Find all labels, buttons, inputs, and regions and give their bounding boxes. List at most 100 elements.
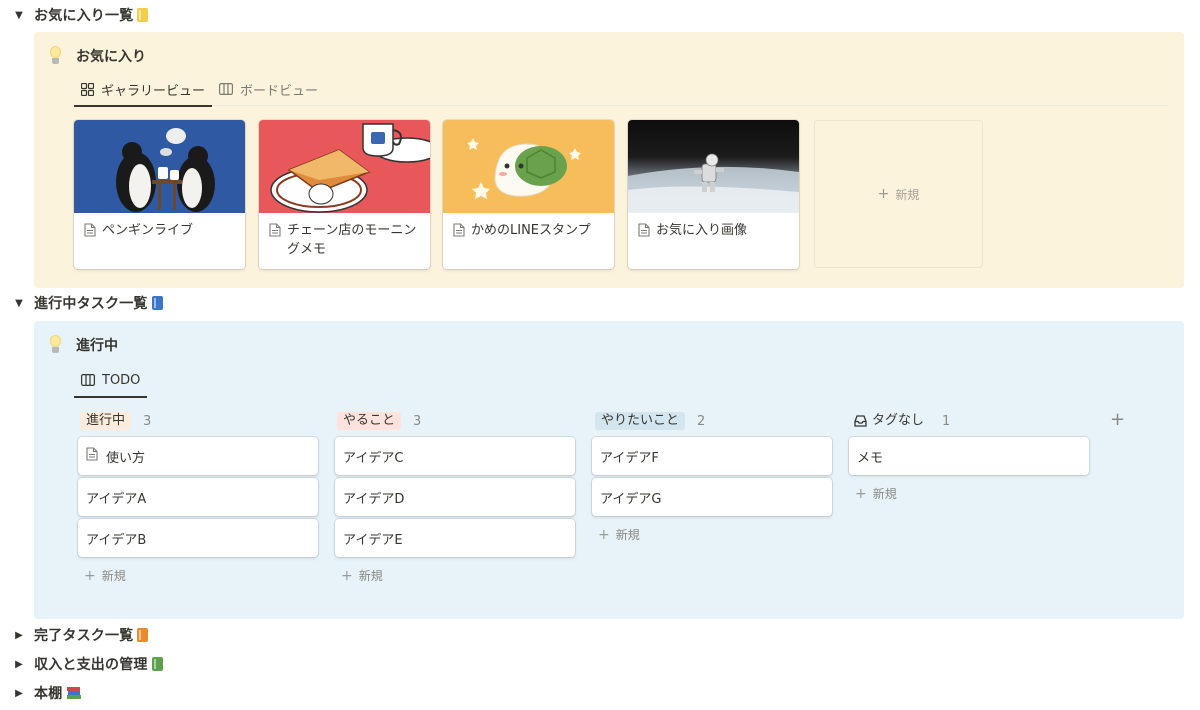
status-tag: やりたいこと bbox=[595, 412, 686, 430]
books-icon bbox=[66, 686, 82, 700]
inbox-icon bbox=[854, 415, 867, 427]
new-card-button[interactable]: + 新規 bbox=[855, 485, 897, 502]
view-tabs: ギャラリービュー ボードビュー bbox=[74, 72, 1168, 107]
board-column-header[interactable]: やりたいこと 2 bbox=[595, 411, 705, 431]
board-card[interactable]: アイデアG bbox=[592, 478, 832, 516]
board-card[interactable]: アイデアB bbox=[78, 519, 318, 557]
board-card[interactable]: メモ bbox=[849, 437, 1089, 475]
gallery-grid-icon bbox=[81, 82, 94, 96]
column-count: 1 bbox=[942, 413, 951, 429]
board-columns-icon bbox=[81, 374, 95, 386]
board-column-header[interactable]: やること 3 bbox=[337, 411, 421, 431]
card-title: ペンギンライブ bbox=[74, 213, 245, 251]
status-tag: タグなし bbox=[850, 412, 930, 430]
view-tabs: TODO bbox=[74, 363, 148, 398]
progress-callout: 進行中 TODO 進行中 3 使い方 アイデアA アイデアB + 新規 やること… bbox=[34, 321, 1184, 619]
toggle-open-arrow-icon[interactable]: ▼ bbox=[12, 298, 26, 309]
gallery-card[interactable]: かめのLINEスタンプ bbox=[443, 120, 614, 269]
tab-label: ギャラリービュー bbox=[101, 83, 206, 99]
new-card-button[interactable]: + 新規 bbox=[598, 526, 640, 543]
orange-book-icon bbox=[137, 628, 149, 642]
penguins-cover bbox=[74, 120, 245, 213]
gallery-card[interactable]: ペンギンライブ bbox=[74, 120, 245, 269]
turtle-cover bbox=[443, 120, 614, 213]
board-card[interactable]: アイデアC bbox=[335, 437, 575, 475]
card-title: アイデアC bbox=[343, 450, 404, 466]
board-card[interactable]: アイデアF bbox=[592, 437, 832, 475]
plus-icon: + bbox=[598, 526, 610, 543]
toggle-done[interactable]: ▶ 完了タスク一覧 bbox=[12, 624, 149, 646]
toggle-in-progress[interactable]: ▼ 進行中タスク一覧 bbox=[12, 292, 163, 314]
astronaut-cover bbox=[628, 120, 799, 213]
light-bulb-icon bbox=[48, 335, 62, 355]
blue-book-icon bbox=[151, 296, 163, 310]
section-title: 進行中タスク一覧 bbox=[34, 296, 148, 312]
toggle-open-arrow-icon[interactable]: ▼ bbox=[12, 10, 26, 21]
page-icon bbox=[86, 447, 98, 465]
page-icon bbox=[453, 223, 465, 243]
callout-header: 進行中 bbox=[48, 335, 118, 355]
card-title: アイデアB bbox=[86, 532, 147, 548]
section-title: 本棚 bbox=[34, 686, 63, 702]
green-book-icon bbox=[151, 657, 163, 671]
column-count: 2 bbox=[697, 413, 706, 429]
tab-label: TODO bbox=[102, 372, 141, 388]
toggle-closed-arrow-icon[interactable]: ▶ bbox=[12, 688, 26, 699]
callout-header: お気に入り bbox=[48, 46, 146, 66]
board-card[interactable]: 使い方 bbox=[78, 437, 318, 475]
section-title: 収入と支出の管理 bbox=[34, 657, 148, 673]
page-icon bbox=[84, 223, 96, 243]
tab-label: ボードビュー bbox=[240, 83, 319, 99]
page-icon bbox=[638, 223, 650, 243]
card-title: かめのLINEスタンプ bbox=[443, 213, 614, 251]
column-count: 3 bbox=[143, 413, 152, 429]
card-title-text: お気に入り画像 bbox=[656, 223, 748, 238]
card-title: お気に入り画像 bbox=[628, 213, 799, 251]
new-label: 新規 bbox=[358, 569, 383, 583]
new-gallery-card-button[interactable]: + 新規 bbox=[814, 120, 983, 268]
tab-todo[interactable]: TODO bbox=[74, 363, 148, 398]
new-card-button[interactable]: + 新規 bbox=[341, 567, 383, 584]
status-tag: 進行中 bbox=[80, 412, 132, 430]
card-title: アイデアD bbox=[343, 491, 405, 507]
light-bulb-icon bbox=[48, 46, 62, 66]
tab-gallery-view[interactable]: ギャラリービュー bbox=[74, 72, 213, 107]
plus-icon: + bbox=[84, 567, 96, 584]
board-column-header[interactable]: 進行中 3 bbox=[80, 411, 151, 431]
toggle-closed-arrow-icon[interactable]: ▶ bbox=[12, 630, 26, 641]
board-card[interactable]: アイデアD bbox=[335, 478, 575, 516]
page-icon bbox=[269, 223, 281, 259]
new-label: 新規 bbox=[615, 528, 640, 542]
card-title: アイデアF bbox=[600, 450, 659, 466]
new-label: 新規 bbox=[101, 569, 126, 583]
card-title: アイデアG bbox=[600, 491, 662, 507]
card-title-text: グメモ bbox=[287, 242, 327, 257]
status-tag: やること bbox=[337, 412, 402, 430]
plus-icon: + bbox=[341, 567, 353, 584]
tab-board-view[interactable]: ボードビュー bbox=[212, 72, 325, 106]
yellow-book-icon bbox=[137, 8, 149, 22]
card-title: 使い方 bbox=[106, 450, 146, 466]
new-label: 新規 bbox=[872, 487, 897, 501]
card-title: メモ bbox=[857, 450, 884, 466]
plus-icon: + bbox=[855, 485, 867, 502]
board-card[interactable]: アイデアA bbox=[78, 478, 318, 516]
board-column-header[interactable]: タグなし 1 bbox=[850, 411, 950, 431]
add-column-button[interactable]: + bbox=[1110, 409, 1125, 430]
toggle-closed-arrow-icon[interactable]: ▶ bbox=[12, 659, 26, 670]
gallery-card[interactable]: お気に入り画像 bbox=[628, 120, 799, 269]
new-card-button[interactable]: + 新規 bbox=[84, 567, 126, 584]
card-title-text: かめのLINEスタンプ bbox=[471, 223, 591, 238]
toggle-favorites[interactable]: ▼ お気に入り一覧 bbox=[12, 4, 149, 26]
board-columns-icon bbox=[219, 83, 234, 95]
toggle-finance[interactable]: ▶ 収入と支出の管理 bbox=[12, 653, 163, 675]
toggle-bookshelf[interactable]: ▶ 本棚 bbox=[12, 682, 82, 704]
gallery-card[interactable]: チェーン店のモーニン グメモ bbox=[259, 120, 430, 269]
board-card[interactable]: アイデアE bbox=[335, 519, 575, 557]
card-title: アイデアA bbox=[86, 491, 147, 507]
section-title: お気に入り一覧 bbox=[34, 8, 134, 24]
status-tag-label: タグなし bbox=[872, 413, 925, 428]
plus-icon: + bbox=[877, 186, 890, 202]
card-title: アイデアE bbox=[343, 532, 403, 548]
favorites-callout: お気に入り ギャラリービュー ボードビュー ペンギンライブ チェーン店のモーニン… bbox=[34, 32, 1184, 288]
